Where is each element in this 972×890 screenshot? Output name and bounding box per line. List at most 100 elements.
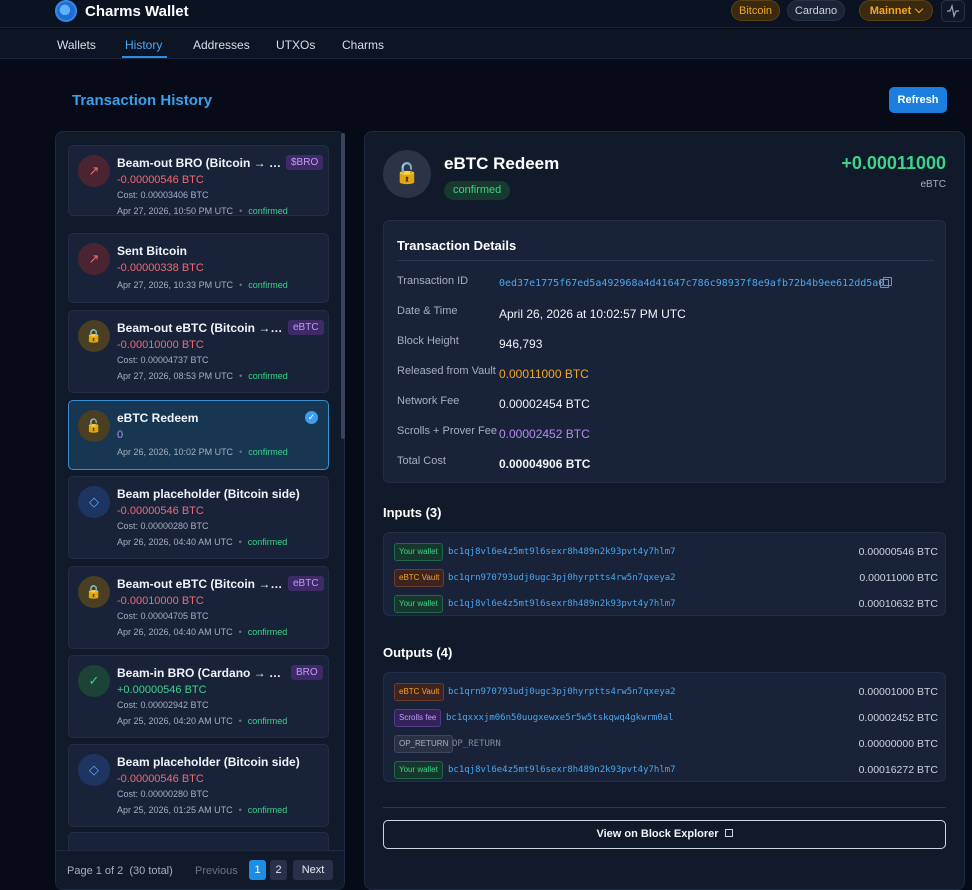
token-tag: eBTC — [288, 320, 324, 335]
card-amount: -0.00010000 BTC — [117, 595, 204, 607]
tab-utxos[interactable]: UTXOs — [276, 38, 315, 52]
card-amount: -0.00010000 BTC — [117, 339, 204, 351]
pagination: Page 1 of 2 (30 total) Previous 1 2 Next — [56, 850, 344, 889]
copy-icon[interactable] — [880, 277, 892, 288]
card-title: Beam placeholder (Bitcoin side) — [117, 755, 300, 769]
card-date: Apr 25, 2026, 04:20 AM UTC • confirmed — [117, 716, 288, 726]
arrow-up-right-icon: ↗ — [78, 155, 110, 187]
card-date: Apr 26, 2026, 10:02 PM UTC • confirmed — [117, 447, 288, 457]
io-value: 0.00002452 BTC — [858, 712, 938, 724]
io-address[interactable]: bc1qj8vl6e4z5mt9l6sexr8h489n2k93pvt4y7hl… — [448, 547, 676, 557]
io-address[interactable]: bc1qj8vl6e4z5mt9l6sexr8h489n2k93pvt4y7hl… — [448, 599, 676, 609]
detail-title: eBTC Redeem — [444, 154, 560, 173]
transaction-card[interactable]: ◇ Beam placeholder (Bitcoin side) -0.00000… — [68, 476, 329, 559]
diamond-icon: ◇ — [78, 754, 110, 786]
detail-amount-unit: eBTC — [920, 179, 946, 190]
transaction-card[interactable]: 🔒 Beam-out eBTC (Bitcoin → C... eBTC -0.000… — [68, 566, 329, 649]
card-amount: -0.00000546 BTC — [117, 773, 204, 785]
external-link-icon — [724, 829, 733, 837]
chevron-down-icon — [915, 4, 924, 14]
inputs-box: Your wallet bc1qj8vl6e4z5mt9l6sexr8h489n2… — [383, 532, 946, 616]
prover-fee-label: Scrolls + Prover Fee — [397, 425, 497, 437]
card-status: confirmed — [248, 447, 288, 457]
card-amount: -0.00000546 BTC — [117, 174, 204, 186]
page-2-button[interactable]: 2 — [270, 860, 287, 880]
card-title: Sent Bitcoin — [117, 244, 188, 258]
transaction-card[interactable]: ◇ Beam placeholder (Bitcoin side) -0.00000… — [68, 744, 329, 827]
arrow-up-right-icon: ↗ — [78, 243, 110, 275]
transaction-list: ↗ Beam-out BRO (Bitcoin → C... $BRO -0.0000… — [55, 131, 345, 890]
txid-value[interactable]: 0ed37e1775f67ed5a492968a4d41647c786c9893… — [499, 278, 884, 289]
total-cost-label: Total Cost — [397, 455, 446, 467]
io-tag: Your wallet — [394, 761, 443, 779]
io-address[interactable]: bc1qrn970793udj0ugc3pj0hyrptts4rw5n7qxey… — [448, 573, 676, 583]
refresh-button[interactable]: Refresh — [889, 87, 947, 113]
card-status: confirmed — [247, 716, 288, 726]
diamond-icon: ◇ — [78, 486, 110, 518]
card-cost: Cost: 0.00003406 BTC — [117, 190, 209, 200]
view-explorer-button[interactable]: View on Block Explorer — [383, 820, 946, 849]
list-scrollbar[interactable] — [341, 133, 345, 439]
network-select[interactable]: Mainnet — [859, 0, 933, 21]
io-row: eBTC Vault bc1qrn970793udj0ugc3pj0hyrptts… — [384, 565, 947, 591]
tab-history[interactable]: History — [125, 38, 162, 52]
page-info: Page 1 of 2 (30 total) — [67, 865, 173, 877]
total-cost-value: 0.00004906 BTC — [499, 457, 591, 471]
transaction-detail: 🔓 eBTC Redeem confirmed +0.00011000 eBTC… — [364, 131, 965, 890]
card-status: confirmed — [248, 280, 288, 290]
card-date: Apr 26, 2026, 04:40 AM UTC • confirmed — [117, 537, 288, 547]
chain-cardano-button[interactable]: Cardano — [787, 0, 845, 21]
token-tag: $BRO — [286, 155, 324, 170]
io-address[interactable]: bc1qrn970793udj0ugc3pj0hyrptts4rw5n7qxey… — [448, 687, 676, 697]
chain-bitcoin-button[interactable]: Bitcoin — [731, 0, 780, 21]
card-title: Beam-out eBTC (Bitcoin → C... — [117, 577, 284, 591]
io-row: Your wallet bc1qj8vl6e4z5mt9l6sexr8h489n2… — [384, 591, 947, 617]
network-label: Mainnet — [869, 5, 912, 17]
page-1-button[interactable]: 1 — [249, 860, 266, 880]
card-cost: Cost: 0.00004737 BTC — [117, 355, 209, 365]
card-date-text: Apr 25, 2026, 04:20 AM UTC — [117, 716, 233, 726]
card-date: Apr 25, 2026, 01:25 AM UTC • confirmed — [117, 805, 288, 815]
page-title: Transaction History — [72, 92, 213, 109]
app-title: Charms Wallet — [85, 3, 189, 20]
tab-charms[interactable]: Charms — [342, 38, 384, 52]
card-status: confirmed — [247, 537, 288, 547]
card-cost: Cost: 0.00004705 BTC — [117, 611, 209, 621]
activity-button[interactable] — [941, 0, 965, 22]
transaction-details-box: Transaction Details Transaction ID 0ed37… — [383, 220, 946, 483]
transaction-card[interactable]: ↗ Sent Bitcoin -0.00000338 BTC Apr 27, 2026… — [68, 233, 329, 303]
activity-icon — [947, 3, 959, 19]
io-address[interactable]: bc1qxxxjm06n50uugxewxe5r5w5tskqwq4gkwrm0… — [446, 713, 674, 723]
main-nav: Wallets History Addresses UTXOs Charms — [0, 29, 972, 59]
prover-fee-value: 0.00002452 BTC — [499, 427, 590, 441]
active-tab-indicator — [122, 56, 167, 58]
card-date-text: Apr 26, 2026, 04:40 AM UTC — [117, 537, 233, 547]
io-tag: eBTC Vault — [394, 683, 445, 701]
block-height-label: Block Height — [397, 335, 459, 347]
card-date-text: Apr 27, 2026, 08:53 PM UTC — [117, 371, 234, 381]
checkmark-icon: ✓ — [78, 665, 110, 697]
lock-icon: 🔒 — [78, 576, 110, 608]
io-value: 0.00011000 BTC — [859, 572, 938, 584]
transaction-card[interactable]: 🔓 eBTC Redeem 0 Apr 26, 2026, 10:02 PM UTC •… — [68, 400, 329, 470]
card-date-text: Apr 26, 2026, 10:02 PM UTC — [117, 447, 234, 457]
transaction-card[interactable]: ↗ Beam-out BRO (Bitcoin → C... $BRO -0.0000… — [68, 145, 329, 216]
io-value: 0.00010632 BTC — [858, 598, 938, 610]
tab-addresses[interactable]: Addresses — [193, 38, 250, 52]
io-address[interactable]: bc1qj8vl6e4z5mt9l6sexr8h489n2k93pvt4y7hl… — [448, 765, 676, 775]
io-row: Your wallet bc1qj8vl6e4z5mt9l6sexr8h489n2… — [384, 539, 947, 565]
card-cost: Cost: 0.00000280 BTC — [117, 789, 209, 799]
check-icon: ✓ — [305, 411, 318, 424]
card-title: Beam placeholder (Bitcoin side) — [117, 487, 300, 501]
transaction-card[interactable]: ✓ Beam-in BRO (Cardano → Bit... BRO +0.0000… — [68, 655, 329, 738]
tab-wallets[interactable]: Wallets — [57, 38, 96, 52]
released-label: Released from Vault — [397, 365, 496, 377]
charms-logo-icon — [55, 0, 77, 22]
next-button[interactable]: Next — [293, 860, 333, 880]
card-date: Apr 27, 2026, 10:50 PM UTC • confirmed — [117, 206, 288, 216]
previous-button[interactable]: Previous — [195, 865, 238, 877]
transaction-card[interactable]: 🔒 Beam-out eBTC (Bitcoin → C... eBTC -0.000… — [68, 310, 329, 393]
io-address[interactable]: OP_RETURN — [452, 739, 501, 749]
token-tag: eBTC — [288, 576, 324, 591]
card-amount: +0.00000546 BTC — [117, 684, 207, 696]
